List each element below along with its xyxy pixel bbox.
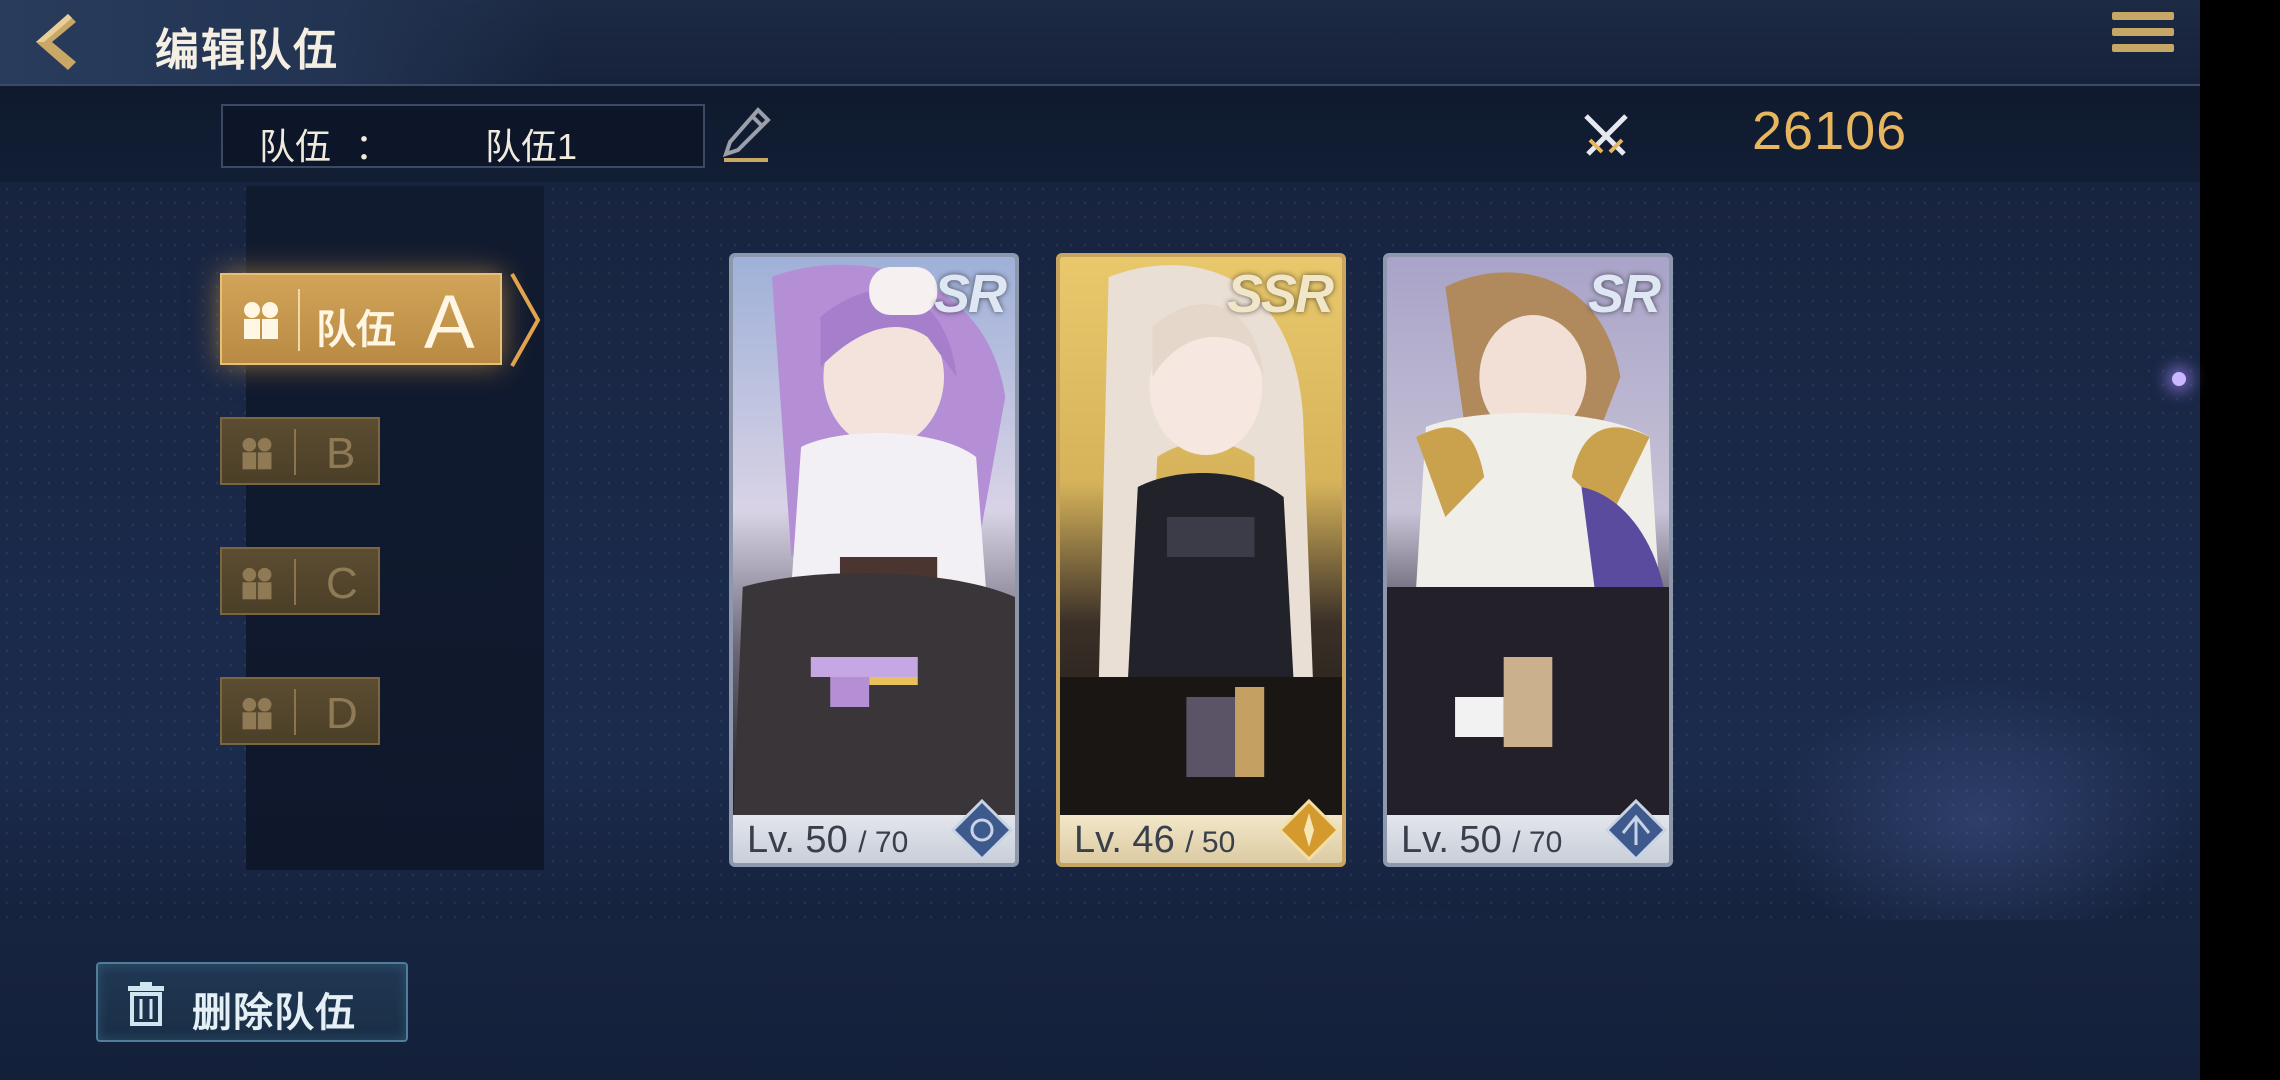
delete-team-button[interactable]: 删除队伍 bbox=[96, 962, 408, 1042]
level-text: Lv. 50 / 70 bbox=[747, 819, 908, 862]
trash-icon bbox=[128, 982, 164, 1026]
back-button[interactable] bbox=[22, 10, 86, 74]
team-name-field[interactable]: 队伍 ： 队伍1 bbox=[221, 104, 705, 168]
team-tab-letter: C bbox=[326, 559, 358, 608]
rarity-badge: SR bbox=[1587, 264, 1661, 324]
level-text: Lv. 46 / 50 bbox=[1074, 819, 1235, 862]
character-card-2[interactable]: SSR Lv. 46 / 50 bbox=[1056, 253, 1346, 867]
max-level: / 70 bbox=[1512, 826, 1563, 859]
character-portrait bbox=[733, 257, 1015, 821]
pencil-icon bbox=[722, 107, 771, 162]
level-text: Lv. 50 / 70 bbox=[1401, 819, 1562, 862]
team-name: 队伍1 bbox=[485, 126, 578, 167]
element-dark-icon bbox=[951, 799, 1013, 861]
edit-team-name-button[interactable] bbox=[722, 106, 772, 162]
sparkle-effect bbox=[2172, 372, 2186, 386]
menu-icon-line bbox=[2112, 44, 2174, 52]
selected-tab-arrow-icon bbox=[510, 273, 541, 367]
element-wind-icon bbox=[1605, 799, 1667, 861]
menu-button[interactable] bbox=[2112, 12, 2174, 70]
character-card-1[interactable]: SR Lv. 50 / 70 bbox=[729, 253, 1019, 867]
team-info-bar: 队伍 ： 队伍1 26106 bbox=[0, 86, 2200, 182]
delete-team-label: 删除队伍 bbox=[192, 991, 356, 1035]
character-portrait bbox=[1060, 257, 1342, 821]
current-level: Lv. 46 bbox=[1074, 819, 1175, 861]
team-tab-c[interactable]: C bbox=[220, 547, 380, 615]
tab-separator bbox=[298, 289, 300, 351]
chevron-left-icon bbox=[36, 14, 76, 70]
menu-icon-line bbox=[2112, 28, 2174, 36]
current-level: Lv. 50 bbox=[1401, 819, 1502, 861]
top-bar: 编辑队伍 bbox=[0, 0, 2200, 86]
current-level: Lv. 50 bbox=[747, 819, 848, 861]
character-portrait bbox=[1387, 257, 1669, 821]
max-level: / 50 bbox=[1185, 826, 1236, 859]
team-label: 队伍 bbox=[259, 126, 332, 167]
tab-separator bbox=[294, 429, 296, 475]
screen-edge bbox=[2200, 0, 2280, 1080]
team-tab-b[interactable]: B bbox=[220, 417, 380, 485]
team-tab-letter: A bbox=[424, 280, 475, 365]
team-tab-label: 队伍 bbox=[316, 308, 396, 352]
team-members-icon bbox=[242, 697, 272, 730]
team-members-icon bbox=[244, 302, 278, 339]
team-tab-a[interactable]: 队伍 A bbox=[220, 273, 502, 365]
combat-power-value: 26106 bbox=[1752, 101, 1908, 161]
team-tab-letter: D bbox=[326, 689, 358, 738]
hamburger-menu-icon bbox=[2112, 12, 2174, 20]
team-tab-d[interactable]: D bbox=[220, 677, 380, 745]
element-light-icon bbox=[1278, 799, 1340, 861]
character-card-3[interactable]: SR Lv. 50 / 70 bbox=[1383, 253, 1673, 867]
team-tab-letter: B bbox=[326, 429, 356, 478]
team-colon: ： bbox=[355, 126, 392, 167]
rarity-badge: SR bbox=[933, 264, 1007, 324]
team-members-icon bbox=[242, 437, 272, 470]
crossed-swords-icon bbox=[1580, 110, 1632, 162]
max-level: / 70 bbox=[858, 826, 909, 859]
page-title: 编辑队伍 bbox=[155, 26, 339, 75]
rarity-badge: SSR bbox=[1226, 264, 1334, 324]
tab-separator bbox=[294, 559, 296, 605]
tab-separator bbox=[294, 689, 296, 735]
team-members-icon bbox=[242, 567, 272, 600]
